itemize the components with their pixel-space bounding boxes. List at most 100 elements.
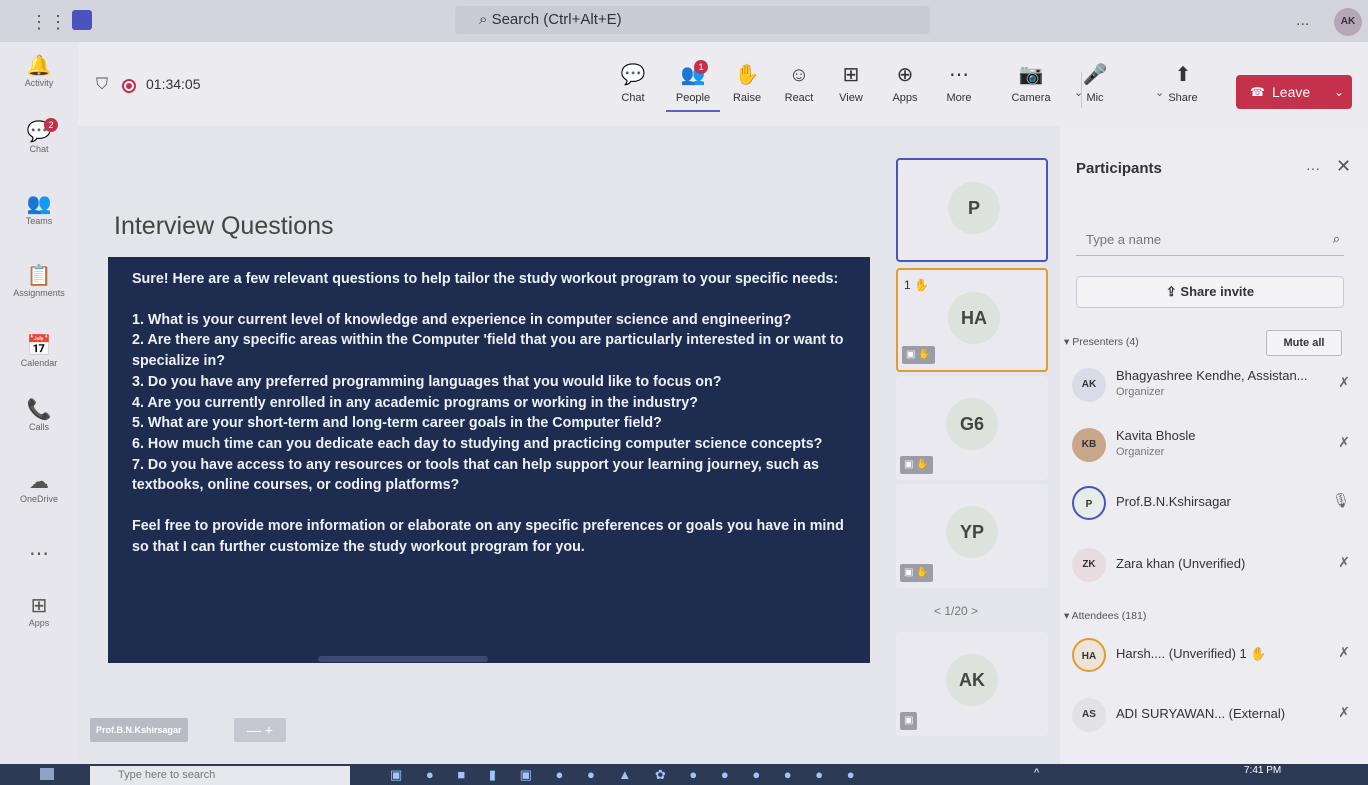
participant-tile[interactable]: YP ▣ ✋ — [896, 484, 1048, 588]
close-icon[interactable]: ✕ — [1336, 156, 1351, 177]
rail-label: Calls — [28, 422, 49, 432]
user-avatar[interactable]: AK — [1334, 8, 1362, 36]
raise-label: Raise — [732, 92, 762, 104]
recording-icon — [122, 79, 136, 93]
participant-name: Bhagyashree Kendhe, Assistan... — [1116, 368, 1308, 383]
panel-more-icon[interactable]: ··· — [1306, 160, 1320, 176]
react-button[interactable]: ☺ React — [772, 62, 826, 104]
participant-name: Kavita Bhosle — [1116, 428, 1196, 443]
participant-avatar: AK — [1072, 368, 1106, 402]
rail-item-chat[interactable]: 💬 Chat 2 — [0, 118, 78, 154]
participant-row[interactable]: HA Harsh.... (Unverified) 1 ✋ ✗ — [1072, 632, 1356, 680]
participant-row[interactable]: KB Kavita Bhosle Organizer ✗ — [1072, 422, 1356, 470]
phone-hangup-icon: ☎ — [1250, 85, 1265, 99]
mic-options-chevron-icon[interactable]: ⌄ — [1155, 86, 1164, 99]
more-label: More — [946, 92, 972, 104]
slide-text-line: Sure! Here are a few relevant questions … — [132, 271, 839, 287]
slide-text-line: 3. Do you have any preferred programming… — [132, 373, 722, 390]
tray-chevron-icon[interactable]: ^ — [1034, 767, 1039, 779]
rail-label: Apps — [28, 618, 50, 628]
participant-row[interactable]: ZK Zara khan (Unverified) ✗ — [1072, 542, 1356, 590]
participant-role: Organizer — [1116, 446, 1165, 458]
camera-options-chevron-icon[interactable]: ⌄ — [1074, 86, 1083, 99]
rail-item-onedrive[interactable]: ☁ OneDrive — [0, 470, 78, 504]
tile-avatar: G6 — [946, 398, 998, 450]
attendees-section-header[interactable]: ▾ Attendees (181) — [1064, 610, 1146, 622]
more-options-icon[interactable]: ... — [1296, 12, 1309, 30]
participant-avatar: HA — [1072, 638, 1106, 672]
camera-button[interactable]: 📷 Camera — [1004, 62, 1058, 104]
chat-icon: 💬 — [620, 64, 646, 86]
more-button[interactable]: ⋯ More — [932, 62, 986, 104]
participant-row[interactable]: P Prof.B.N.Kshirsagar 🎙 — [1072, 480, 1356, 528]
raise-button[interactable]: ✋ Raise — [720, 62, 774, 104]
slide-text-line: Feel free to provide more information or… — [132, 518, 844, 535]
participant-row[interactable]: AS ADI SURYAWAN... (External) ✗ — [1072, 692, 1356, 740]
slide-scroll-indicator — [318, 656, 488, 662]
search-input[interactable]: ⌕ Search (Ctrl+Alt+E) — [455, 6, 930, 34]
participants-panel: Participants ··· ✕ Type a name ⌕ ⇪ Share… — [1060, 126, 1368, 764]
apps-button[interactable]: ⊕ Apps — [878, 62, 932, 104]
teams-icon: 👥 — [26, 193, 52, 215]
rail-label: OneDrive — [19, 494, 58, 504]
tile-pager[interactable]: < 1/20 > — [934, 604, 978, 618]
participant-avatar: ZK — [1072, 548, 1106, 582]
participant-row[interactable]: AK Bhagyashree Kendhe, Assistan... Organiz… — [1072, 362, 1356, 410]
raise-icon: ✋ — [734, 64, 760, 86]
apps-icon: ⊞ — [30, 595, 48, 617]
calendar-icon: 📅 — [26, 335, 52, 357]
zoom-controls[interactable]: — + — [234, 718, 286, 742]
participant-tile[interactable]: AK ▣ — [896, 632, 1048, 736]
tile-avatar: HA — [948, 292, 1000, 344]
participant-tile[interactable]: P — [896, 158, 1048, 262]
apps-label: Apps — [892, 92, 918, 104]
rail-item-more[interactable]: ⋯ — [0, 542, 78, 566]
participant-name: Harsh.... (Unverified) 1 ✋ — [1116, 646, 1267, 661]
leave-button[interactable]: ☎ Leave ⌄ — [1236, 75, 1352, 109]
video-tiles: < 1/20 > P HA 1 ✋ ▣ ✋ G6 ▣ ✋ YP ▣ ✋ AK ▣ — [890, 126, 1060, 764]
windows-taskbar: Type here to search ▣ ● ■ ▮ ▣ ● ● ▲ ✿ ● … — [0, 764, 1368, 785]
windows-start-icon[interactable] — [40, 768, 54, 780]
rail-item-apps[interactable]: ⊞ Apps — [0, 594, 78, 628]
share-icon: ⬆ — [1174, 64, 1192, 86]
onedrive-icon: ☁ — [29, 471, 49, 493]
react-label: React — [784, 92, 814, 104]
slide-text-line: 4. Are you currently enrolled in any aca… — [132, 394, 698, 411]
rail-item-calls[interactable]: 📞 Calls — [0, 398, 78, 432]
mic-muted-icon: ✗ — [1338, 374, 1350, 390]
more-apps-icon: ⋯ — [29, 543, 49, 565]
slide-text-line: 1. What is your current level of knowled… — [132, 311, 792, 328]
share-invite-button[interactable]: ⇪ Share invite — [1076, 276, 1344, 308]
view-button[interactable]: ⊞ View — [824, 62, 878, 104]
view-label: View — [839, 92, 863, 104]
more-icon: ⋯ — [949, 64, 969, 86]
presenters-section-header[interactable]: ▾ Presenters (4) — [1064, 336, 1139, 348]
participant-tile[interactable]: G6 ▣ ✋ — [896, 376, 1048, 480]
participant-avatar: KB — [1072, 428, 1106, 462]
participant-avatar: AS — [1072, 698, 1106, 732]
participant-name: Zara khan (Unverified) — [1116, 556, 1246, 571]
participant-name: ADI SURYAWAN... (External) — [1116, 706, 1286, 721]
view-icon: ⊞ — [842, 64, 860, 86]
mic-muted-icon: 🎙 — [1332, 492, 1350, 508]
taskbar-app-icons[interactable]: ▣ ● ■ ▮ ▣ ● ● ▲ ✿ ● ● ● ● ● ● — [390, 767, 865, 783]
tile-avatar: P — [948, 182, 1000, 234]
raised-hand-icon: 1 ✋ — [904, 278, 929, 292]
rail-item-calendar[interactable]: 📅 Calendar — [0, 334, 78, 368]
participant-search-input[interactable]: Type a name ⌕ — [1076, 226, 1344, 256]
mute-all-button[interactable]: Mute all — [1266, 330, 1342, 356]
rail-item-activity[interactable]: 🔔 Activity — [0, 54, 78, 88]
slide-text-line: 7. Do you have access to any resources o… — [132, 456, 819, 473]
taskbar-search-input[interactable]: Type here to search — [90, 766, 350, 785]
leave-chevron-icon[interactable]: ⌄ — [1334, 75, 1344, 109]
rail-item-teams[interactable]: 👥 Teams — [0, 192, 78, 226]
app-rail: 🔔 Activity 💬 Chat 2 👥 Teams 📋 Assignments 📅 Calend… — [0, 42, 78, 764]
slide-text-line: 5. What are your short-term and long-ter… — [132, 415, 662, 432]
participant-tile[interactable]: HA 1 ✋ ▣ ✋ — [896, 268, 1048, 372]
rail-item-assignments[interactable]: 📋 Assignments — [0, 264, 78, 298]
people-button[interactable]: 👥 People 1 — [666, 60, 720, 112]
rail-label: Assignments — [13, 288, 65, 298]
chat-button[interactable]: 💬 Chat — [606, 62, 660, 104]
